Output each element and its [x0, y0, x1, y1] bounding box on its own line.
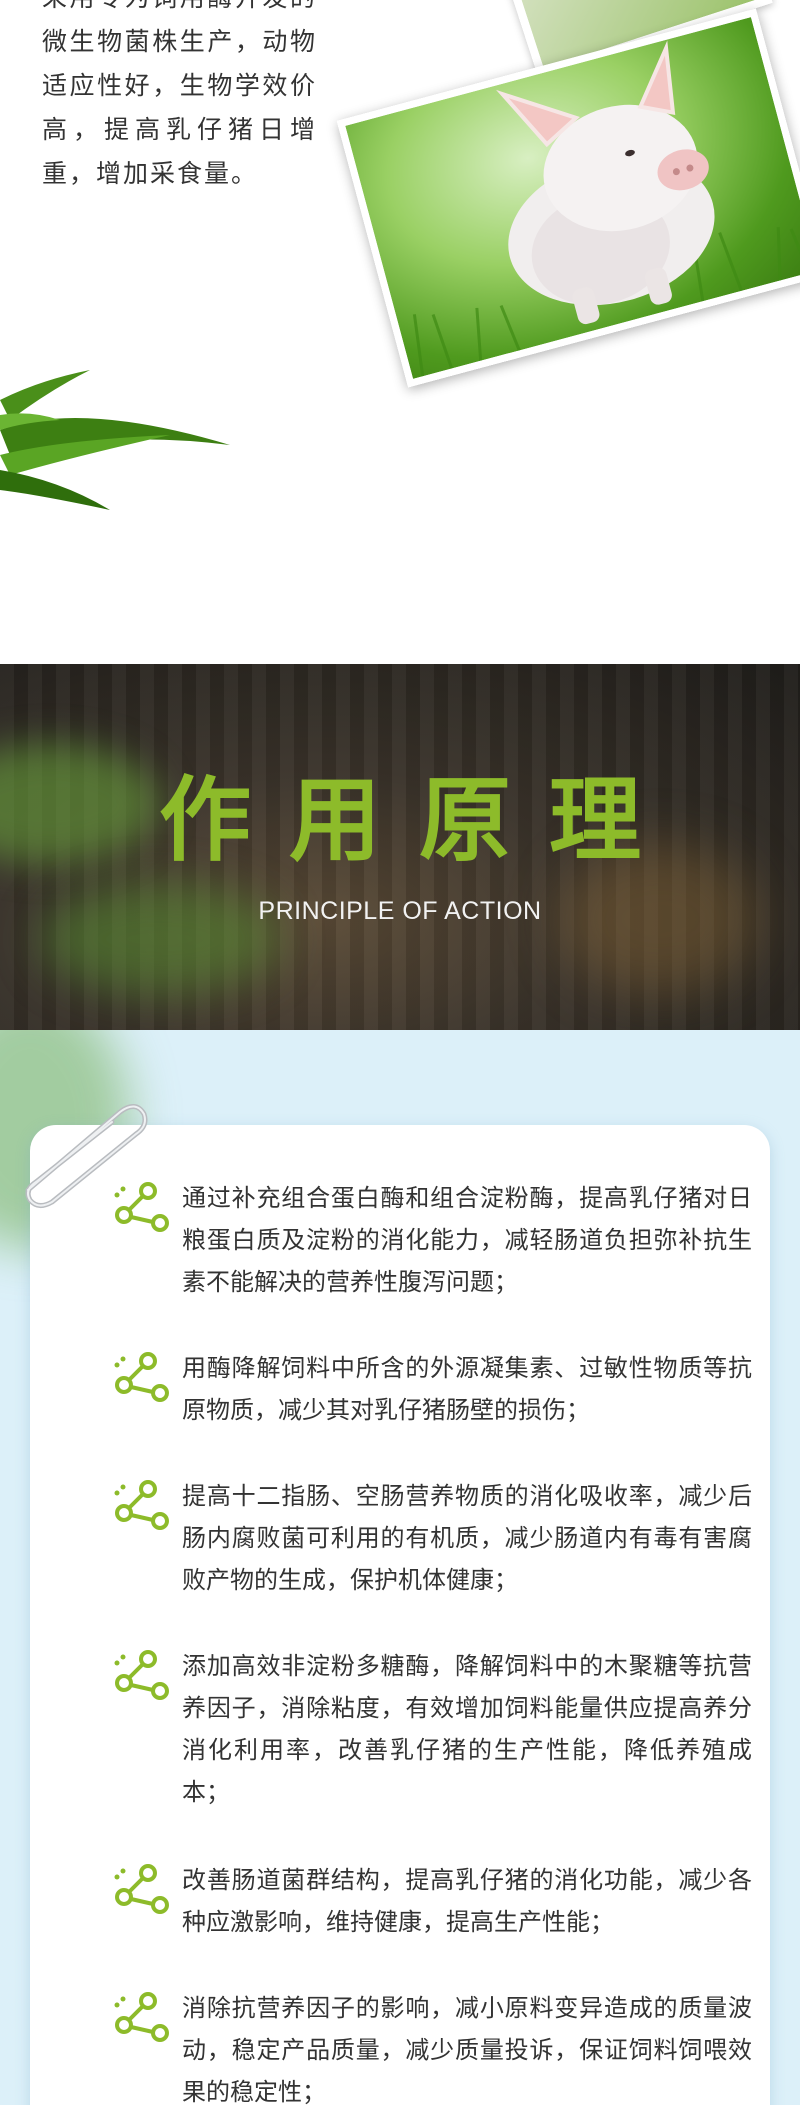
- grass-leaf-decoration: [0, 370, 230, 510]
- share-nodes-icon: [114, 1480, 169, 1530]
- principle-text: 用酶降解饲料中所含的外源凝集素、过敏性物质等抗原物质，减少其对乳仔猪肠壁的损伤；: [182, 1354, 752, 1424]
- piglet-photo: [336, 8, 800, 388]
- share-nodes-icon: [114, 1992, 169, 2042]
- share-nodes-icon: [114, 1864, 169, 1914]
- section-subtitle: PRINCIPLE OF ACTION: [258, 897, 542, 925]
- principle-card: 通过补充组合蛋白酶和组合淀粉酶，提高乳仔猪对日粮蛋白质及淀粉的消化能力，减轻肠道…: [30, 1125, 770, 2105]
- principle-banner: 作用原理 PRINCIPLE OF ACTION: [0, 664, 800, 1030]
- principle-text: 添加高效非淀粉多糖酶，降解饲料中的木聚糖等抗营养因子，消除粘度，有效增加饲料能量…: [182, 1652, 752, 1806]
- piglet-illustration: [412, 40, 800, 377]
- share-nodes-icon: [114, 1352, 169, 1402]
- paperclip-icon: [25, 1104, 148, 1208]
- principle-text: 提高十二指肠、空肠营养物质的消化吸收率，减少后肠内腐败菌可利用的有机质，减少肠道…: [182, 1482, 752, 1594]
- principle-text: 通过补充组合蛋白酶和组合淀粉酶，提高乳仔猪对日粮蛋白质及淀粉的消化能力，减轻肠道…: [182, 1184, 752, 1296]
- principle-text: 改善肠道菌群结构，提高乳仔猪的消化功能，减少各种应激影响，维持健康，提高生产性能…: [182, 1866, 752, 1936]
- intro-text: 采用专为饲用酶开发的微生物菌株生产，动物适应性好，生物学效价高，提高乳仔猪日增重…: [42, 0, 317, 188]
- principle-content: 通过补充组合蛋白酶和组合淀粉酶，提高乳仔猪对日粮蛋白质及淀粉的消化能力，减轻肠道…: [0, 1030, 800, 2105]
- intro-section: 采用专为饲用酶开发的微生物菌株生产，动物适应性好，生物学效价高，提高乳仔猪日增重…: [0, 0, 800, 664]
- principle-text: 消除抗营养因子的影响，减小原料变异造成的质量波动，稳定产品质量，减少质量投诉，保…: [182, 1994, 752, 2105]
- share-nodes-icon: [114, 1650, 169, 1700]
- section-title: 作用原理: [158, 767, 679, 874]
